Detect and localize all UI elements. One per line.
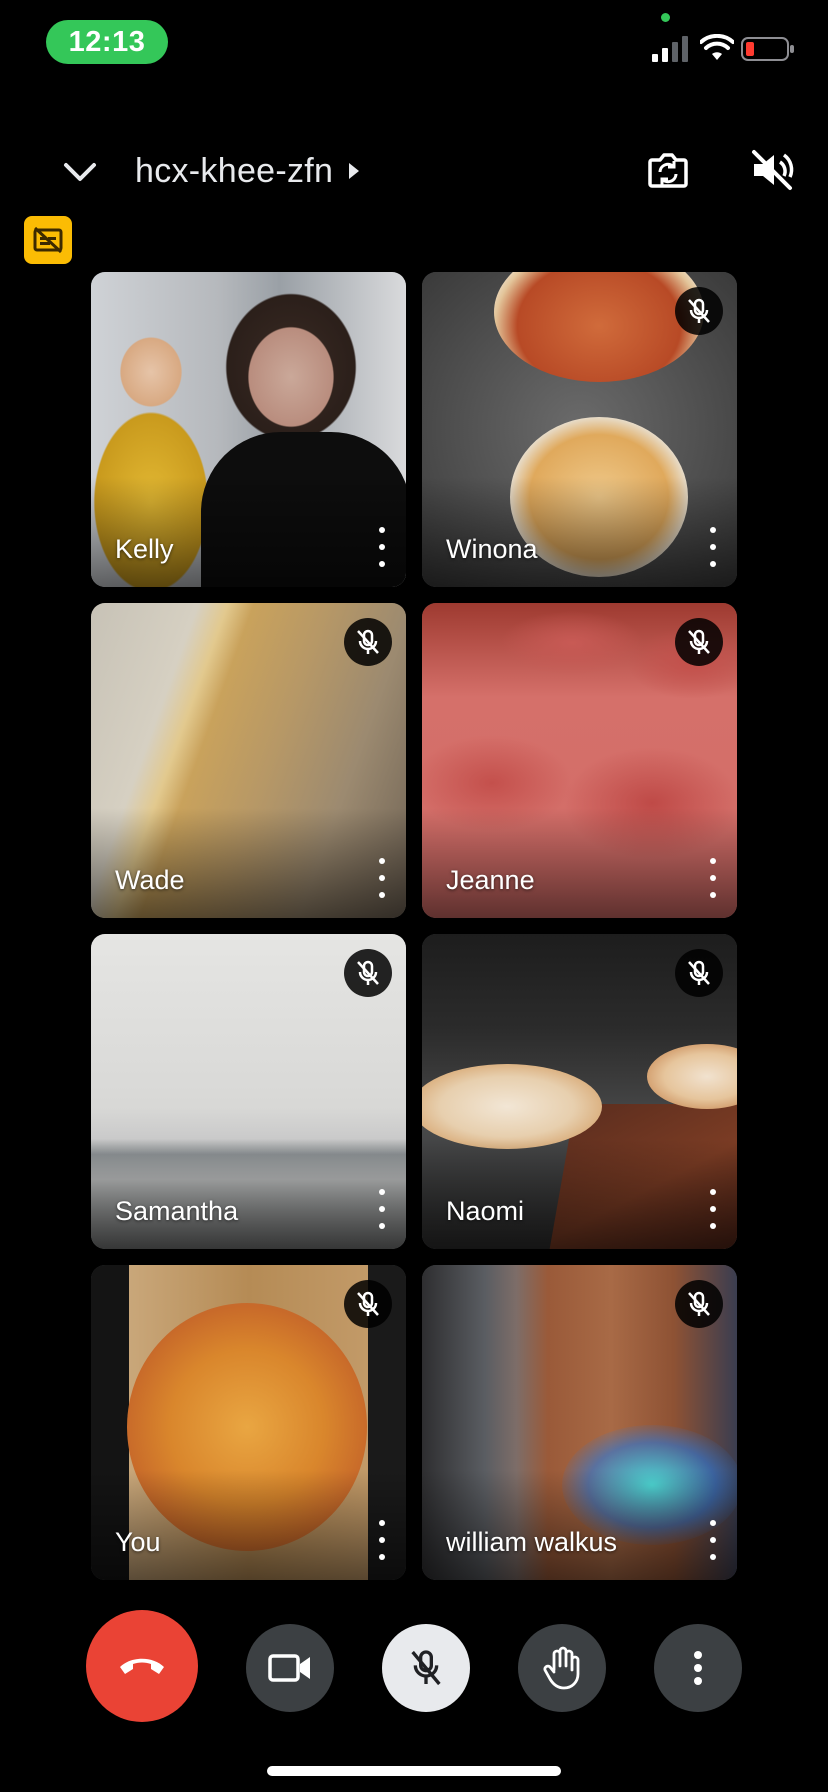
participant-more-button[interactable]	[372, 1520, 392, 1560]
end-call-button[interactable]	[86, 1610, 198, 1722]
call-controls	[0, 1610, 828, 1722]
cellular-signal-icon	[652, 36, 688, 62]
participant-tile-you[interactable]: You	[91, 1265, 406, 1580]
participant-more-button[interactable]	[372, 527, 392, 567]
home-indicator[interactable]	[267, 1766, 561, 1776]
captions-off-indicator[interactable]	[24, 216, 72, 264]
camera-toggle-button[interactable]	[246, 1624, 334, 1712]
participant-name: You	[115, 1527, 161, 1557]
raise-hand-icon	[543, 1646, 580, 1690]
raise-hand-button[interactable]	[518, 1624, 606, 1712]
mic-off-icon	[411, 1650, 441, 1686]
participant-more-button[interactable]	[703, 858, 723, 898]
mic-off-icon	[344, 618, 392, 666]
meeting-code-button[interactable]: hcx-khee-zfn	[135, 146, 361, 196]
minimize-button[interactable]	[56, 148, 104, 196]
battery-low-icon	[741, 37, 794, 61]
participant-name: Kelly	[115, 534, 174, 564]
meeting-header: hcx-khee-zfn	[0, 130, 828, 210]
mic-off-icon	[675, 287, 723, 335]
mic-off-icon	[675, 1280, 723, 1328]
participant-name: Samantha	[115, 1196, 239, 1226]
status-time: 12:13	[46, 20, 168, 64]
participant-name: Wade	[115, 865, 185, 895]
participant-tile-william-walkus[interactable]: william walkus	[422, 1265, 737, 1580]
participant-more-button[interactable]	[703, 527, 723, 567]
more-options-button[interactable]	[654, 1624, 742, 1712]
captions-off-icon	[33, 226, 63, 254]
participant-tile-winona[interactable]: Winona	[422, 272, 737, 587]
participant-name: Jeanne	[446, 865, 535, 895]
mic-off-icon	[675, 618, 723, 666]
microphone-toggle-button[interactable]	[382, 1624, 470, 1712]
participant-tile-samantha[interactable]: Samantha	[91, 934, 406, 1249]
participant-more-button[interactable]	[372, 1189, 392, 1229]
participant-tile-naomi[interactable]: Naomi	[422, 934, 737, 1249]
mic-off-icon	[344, 949, 392, 997]
participant-name: Naomi	[446, 1196, 525, 1226]
participant-tile-wade[interactable]: Wade	[91, 603, 406, 918]
wifi-icon	[700, 34, 734, 60]
participant-name: william walkus	[446, 1527, 618, 1557]
status-bar: 12:13	[0, 0, 828, 90]
meeting-code: hcx-khee-zfn	[135, 151, 334, 190]
mic-off-icon	[344, 1280, 392, 1328]
participant-name: Winona	[446, 534, 538, 564]
more-vertical-icon	[694, 1651, 702, 1685]
end-call-icon	[120, 1658, 164, 1674]
speaker-off-icon[interactable]	[748, 146, 796, 194]
mic-off-icon	[675, 949, 723, 997]
participant-more-button[interactable]	[372, 858, 392, 898]
flip-camera-icon[interactable]	[644, 146, 692, 194]
participant-more-button[interactable]	[703, 1520, 723, 1560]
participant-tile-jeanne[interactable]: Jeanne	[422, 603, 737, 918]
participant-tile-kelly[interactable]: Kelly	[91, 272, 406, 587]
camera-in-use-indicator	[661, 13, 670, 22]
chevron-down-icon	[64, 163, 96, 181]
participant-more-button[interactable]	[703, 1189, 723, 1229]
caret-right-icon	[349, 163, 360, 179]
participant-grid: Kelly Winona Wade Jeanne Samantha Naomi …	[91, 272, 738, 1580]
video-camera-icon	[268, 1654, 310, 1682]
